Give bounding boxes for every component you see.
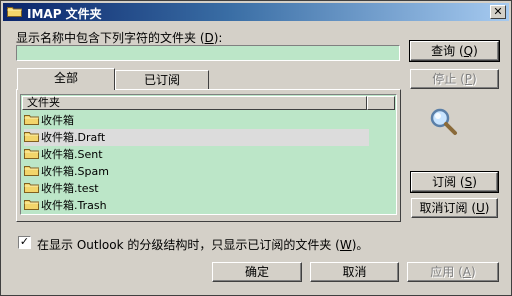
subscribe-button[interactable]: 订阅 (S)	[410, 171, 499, 193]
folder-list[interactable]: 文件夹 收件箱收件箱.Draft 收件箱.Sent 收件箱.Spam 收件箱.test…	[20, 94, 397, 215]
search-label-text: 显示名称中包含下列字符的文件夹 (	[16, 31, 205, 45]
unsubscribe-button[interactable]: 取消订阅 (U)	[411, 198, 498, 218]
stop-button[interactable]: 停止 (P)	[410, 69, 499, 89]
window-title: IMAP 文件夹	[27, 7, 102, 21]
query-button-label: 查询 (	[431, 44, 464, 58]
unsubscribe-button-label: 取消订阅 (	[419, 201, 477, 215]
list-item[interactable]: 收件箱	[24, 112, 369, 129]
title-bar[interactable]: IMAP 文件夹 ✕	[3, 3, 509, 21]
list-header: 文件夹	[22, 96, 395, 110]
column-header-filler	[367, 96, 395, 110]
folder-icon	[24, 200, 39, 210]
list-item-label: 收件箱.Trash	[41, 199, 107, 212]
stop-button-hotkey: P	[464, 72, 473, 86]
subscribed-only-label-text: 在显示 Outlook 的分级结构时，只显示已订阅的文件夹 (	[37, 238, 340, 252]
list-item[interactable]: 收件箱.Draft	[24, 129, 369, 146]
folder-icon	[24, 166, 39, 176]
list-item-label: 收件箱.Draft	[41, 131, 106, 144]
list-item-label: 收件箱.Spam	[41, 165, 109, 178]
folder-icon	[24, 183, 39, 193]
search-label-hotkey: D	[204, 31, 214, 45]
close-icon: ✕	[493, 5, 503, 18]
apply-button-label: 应用 (	[430, 265, 463, 279]
ok-button[interactable]: 确定	[212, 262, 302, 282]
subscribed-only-label-suffix: )。	[351, 238, 369, 252]
subscribe-button-label: 订阅 (	[432, 175, 465, 189]
apply-button-suffix: )	[471, 265, 476, 279]
apply-button-hotkey: A	[462, 265, 472, 279]
checkmark-icon: ✓	[19, 235, 30, 248]
column-header-label: 文件夹	[27, 96, 60, 109]
folder-icon	[24, 115, 39, 125]
column-header-folder[interactable]: 文件夹	[22, 96, 367, 110]
list-item[interactable]: 收件箱.Trash	[24, 197, 369, 214]
search-input[interactable]	[16, 45, 400, 61]
magnifier-icon	[430, 108, 457, 135]
search-label-suffix: ):	[213, 31, 223, 45]
folder-icon	[24, 149, 39, 159]
list-item-label: 收件箱.Sent	[41, 148, 103, 161]
cancel-button-label: 取消	[342, 265, 367, 279]
list-item[interactable]: 收件箱.Sent	[24, 146, 369, 163]
tab-subscribed-label: 已订阅	[143, 73, 180, 87]
list-item[interactable]: 收件箱.Spam	[24, 163, 369, 180]
ok-button-label: 确定	[244, 265, 269, 279]
query-button-hotkey: Q	[463, 44, 474, 58]
folder-icon	[7, 7, 22, 17]
tab-all[interactable]: 全部	[17, 68, 115, 90]
cancel-button[interactable]: 取消	[310, 262, 399, 282]
close-button[interactable]: ✕	[490, 5, 506, 19]
unsubscribe-button-suffix: )	[484, 201, 490, 215]
folder-icon	[24, 132, 39, 142]
query-button[interactable]: 查询 (Q)	[409, 40, 500, 62]
list-item-label: 收件箱	[41, 114, 74, 127]
apply-button[interactable]: 应用 (A)	[407, 262, 499, 282]
list-item[interactable]: 收件箱.test	[24, 180, 369, 197]
tab-subscribed[interactable]: 已订阅	[115, 70, 209, 90]
subscribed-only-label[interactable]: 在显示 Outlook 的分级结构时，只显示已订阅的文件夹 (W)。	[37, 236, 368, 253]
unsubscribe-button-hotkey: U	[476, 201, 485, 215]
subscribed-only-hotkey: W	[339, 238, 352, 252]
subscribe-button-suffix: )	[472, 175, 477, 189]
tab-all-label: 全部	[53, 71, 78, 85]
stop-button-suffix: )	[472, 72, 477, 86]
stop-button-label: 停止 (	[432, 72, 465, 86]
search-label: 显示名称中包含下列字符的文件夹 (D):	[16, 29, 222, 46]
list-item-label: 收件箱.test	[41, 182, 99, 195]
imap-folders-dialog: IMAP 文件夹 ✕ 显示名称中包含下列字符的文件夹 (D): 查询 (Q) 停…	[0, 0, 512, 296]
query-button-suffix: )	[473, 44, 478, 58]
subscribed-only-checkbox[interactable]: ✓	[18, 236, 31, 249]
